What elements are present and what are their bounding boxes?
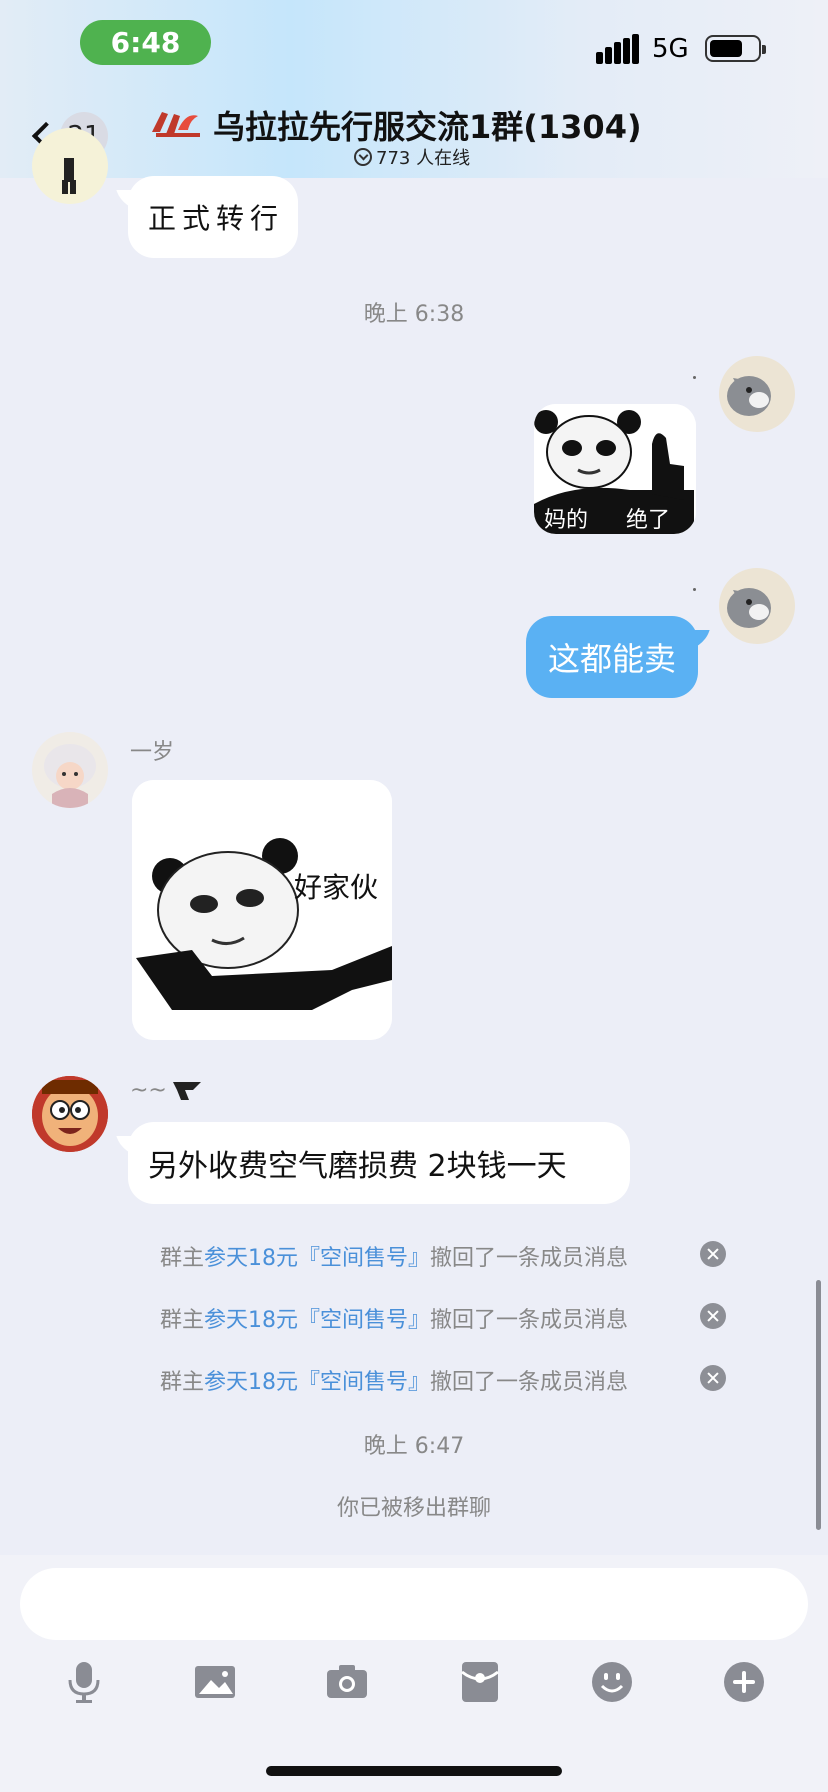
notice-prefix: 群主	[160, 1370, 205, 1395]
sender-name: ~~	[130, 1078, 203, 1103]
sticker-caption: 好家伙	[294, 871, 379, 904]
notice-prefix: 群主	[160, 1246, 205, 1271]
group-logo-icon	[152, 112, 200, 137]
close-icon[interactable]	[700, 1303, 726, 1329]
notice-actor[interactable]: 参天18元『空间售号』	[204, 1308, 430, 1333]
notice-prefix: 群主	[160, 1308, 205, 1333]
removed-notice: 你已被移出群聊	[336, 1496, 491, 1521]
avatar[interactable]	[32, 128, 108, 204]
sticker-caption: 妈的	[544, 508, 589, 533]
recall-notice: 群主参天18元『空间售号』撤回了一条成员消息	[160, 1302, 628, 1334]
sender-name: 一岁	[130, 740, 175, 765]
message-text: 另外收费空气磨损费 2块钱一天	[148, 1149, 567, 1184]
network-label: 5G	[652, 34, 689, 64]
status-time: 6:48	[80, 20, 211, 65]
close-icon[interactable]	[700, 1241, 726, 1267]
recall-notice: 群主参天18元『空间售号』撤回了一条成员消息	[160, 1364, 628, 1396]
sticker-image[interactable]: 好家伙	[132, 780, 392, 1040]
emoji-icon[interactable]	[590, 1660, 634, 1704]
status-dot	[693, 588, 696, 591]
sticker-image[interactable]: 妈的 绝了	[534, 404, 696, 534]
scrollbar[interactable]	[816, 1280, 821, 1530]
status-dot	[693, 376, 696, 379]
timestamp: 晚上 6:38	[363, 302, 465, 327]
battery-icon	[705, 35, 766, 62]
online-status[interactable]: 773 人在线	[354, 144, 470, 170]
avatar[interactable]	[719, 356, 795, 432]
message-bubble[interactable]: 正式转行	[128, 176, 298, 258]
plus-icon[interactable]	[722, 1660, 766, 1704]
group-title[interactable]: 乌拉拉先行服交流1群(1304)	[213, 102, 642, 148]
avatar[interactable]	[32, 1076, 108, 1152]
message-text: 这都能卖	[547, 640, 676, 678]
notice-suffix: 撤回了一条成员消息	[430, 1308, 629, 1333]
timestamp: 晚上 6:47	[363, 1434, 465, 1459]
online-count: 773 人在线	[376, 148, 471, 169]
message-text: 正式转行	[148, 202, 285, 235]
sender-name-text: ~~	[130, 1078, 167, 1103]
red-packet-icon[interactable]	[458, 1660, 502, 1704]
message-bubble[interactable]: 另外收费空气磨损费 2块钱一天	[128, 1122, 630, 1204]
home-indicator[interactable]	[266, 1766, 562, 1776]
notice-actor[interactable]: 参天18元『空间售号』	[204, 1246, 430, 1271]
avatar[interactable]	[32, 732, 108, 808]
message-input[interactable]	[20, 1568, 808, 1640]
notice-actor[interactable]: 参天18元『空间售号』	[204, 1370, 430, 1395]
message-bubble[interactable]: 这都能卖	[526, 616, 698, 698]
chevron-down-circle-icon	[354, 148, 372, 166]
sender-badge-icon	[172, 1081, 201, 1100]
microphone-icon[interactable]	[62, 1660, 106, 1704]
signal-icon	[596, 34, 640, 64]
camera-icon[interactable]	[325, 1660, 369, 1704]
notice-suffix: 撤回了一条成员消息	[430, 1370, 629, 1395]
notice-suffix: 撤回了一条成员消息	[430, 1246, 629, 1271]
close-icon[interactable]	[700, 1365, 726, 1391]
recall-notice: 群主参天18元『空间售号』撤回了一条成员消息	[160, 1240, 628, 1272]
avatar[interactable]	[719, 568, 795, 644]
image-icon[interactable]	[193, 1660, 237, 1704]
sticker-caption: 绝了	[626, 508, 671, 533]
